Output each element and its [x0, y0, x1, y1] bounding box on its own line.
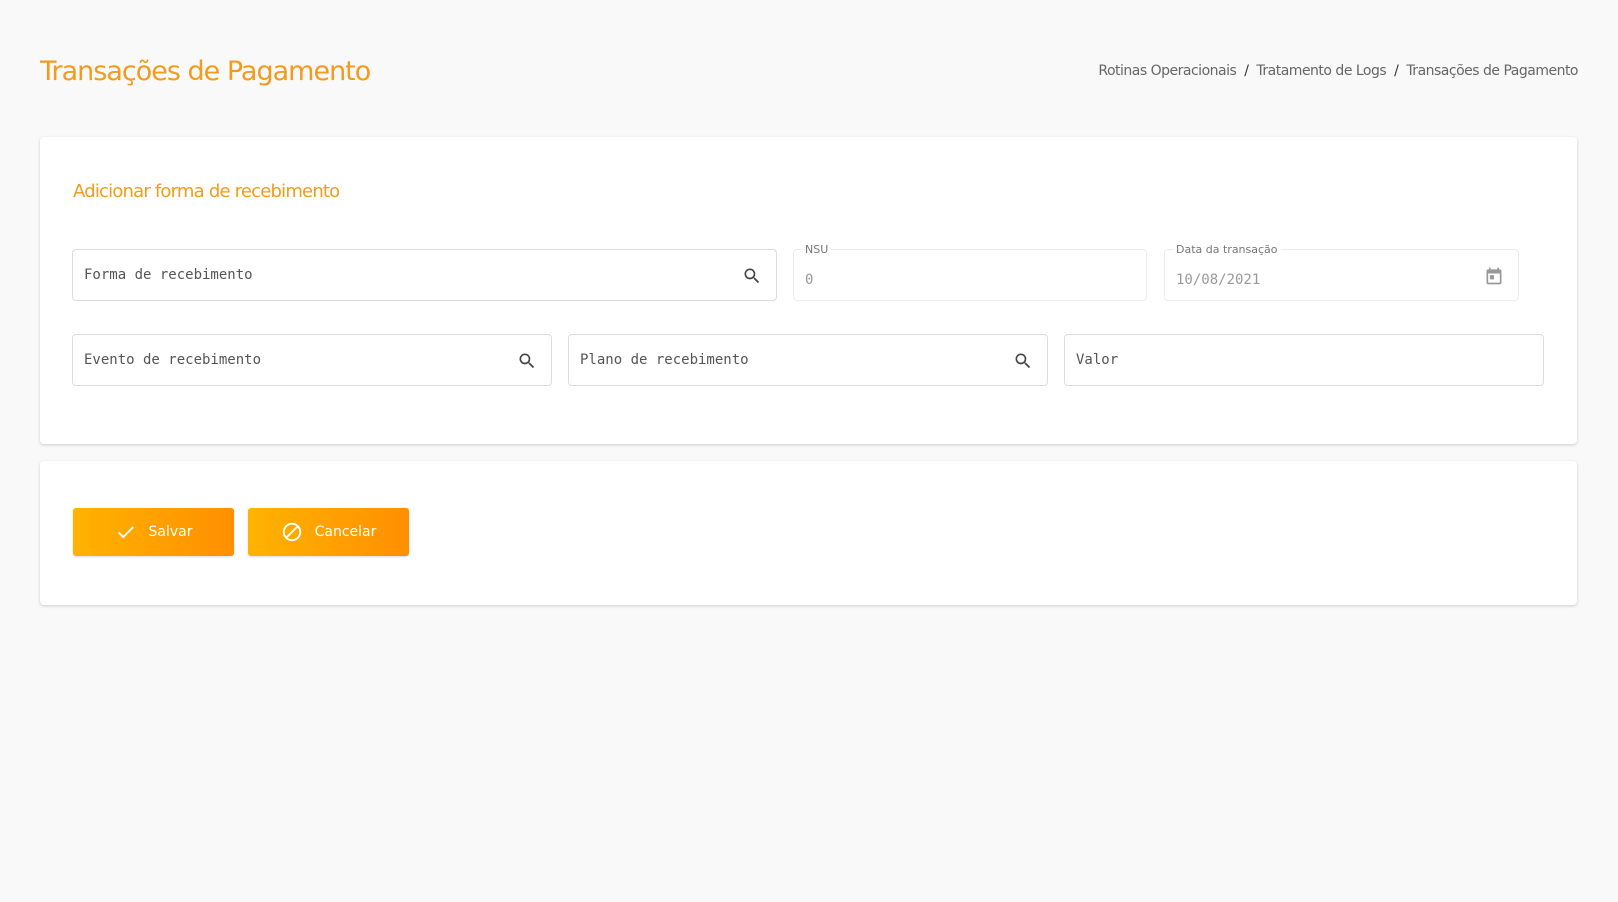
data-transacao-value: 10/08/2021 [1176, 272, 1261, 288]
breadcrumb: Rotinas Operacionais / Tratamento de Log… [1098, 63, 1578, 79]
block-icon [282, 522, 301, 542]
check-icon [117, 526, 134, 539]
breadcrumb-separator: / [1244, 63, 1249, 79]
forma-recebimento-field[interactable]: Forma de recebimento [72, 249, 777, 301]
cancel-button-label: Cancelar [314, 524, 377, 540]
plano-recebimento-field[interactable]: Plano de recebimento [568, 334, 1048, 386]
evento-recebimento-field[interactable]: Evento de recebimento [72, 334, 552, 386]
page-header: Transações de Pagamento Rotinas Operacio… [40, 46, 1578, 96]
breadcrumb-item-logs[interactable]: Tratamento de Logs [1256, 63, 1386, 79]
cancel-button[interactable]: Cancelar [248, 508, 409, 556]
search-icon[interactable] [742, 266, 762, 286]
nsu-label: NSU [802, 243, 832, 256]
evento-recebimento-placeholder: Evento de recebimento [84, 352, 262, 368]
nsu-value: 0 [805, 272, 814, 288]
forma-recebimento-placeholder: Forma de recebimento [84, 267, 253, 283]
calendar-icon[interactable] [1484, 266, 1504, 286]
form-card: Adicionar forma de recebimento Forma de … [40, 137, 1577, 444]
valor-placeholder: Valor [1076, 352, 1119, 368]
search-icon[interactable] [517, 351, 537, 371]
valor-field[interactable]: Valor [1064, 334, 1544, 386]
breadcrumb-item-rotinas[interactable]: Rotinas Operacionais [1098, 63, 1236, 79]
save-button[interactable]: Salvar [73, 508, 234, 556]
breadcrumb-separator: / [1394, 63, 1399, 79]
data-transacao-field: Data da transação 10/08/2021 [1164, 243, 1519, 301]
page-title: Transações de Pagamento [40, 55, 371, 87]
plano-recebimento-placeholder: Plano de recebimento [580, 352, 749, 368]
actions-card: Salvar Cancelar [40, 461, 1577, 605]
data-transacao-label: Data da transação [1173, 243, 1281, 256]
breadcrumb-item-current: Transações de Pagamento [1406, 63, 1578, 79]
search-icon[interactable] [1013, 351, 1033, 371]
save-button-label: Salvar [148, 524, 193, 540]
nsu-field: NSU 0 [793, 243, 1147, 301]
section-title: Adicionar forma de recebimento [73, 181, 340, 202]
